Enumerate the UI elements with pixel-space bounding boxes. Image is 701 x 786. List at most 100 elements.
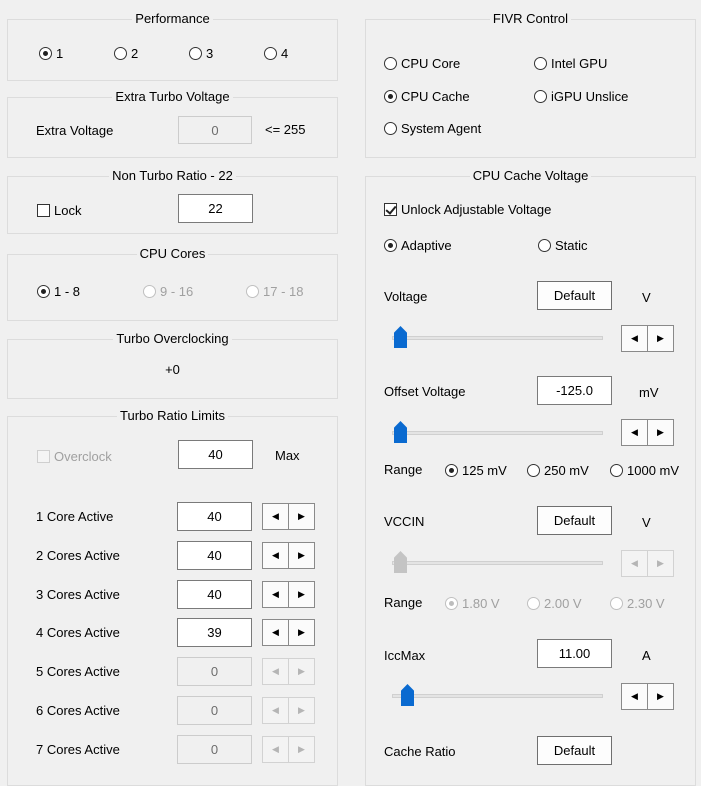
- turbo-ratio-limits-title: Turbo Ratio Limits: [117, 408, 228, 423]
- right-arrow-icon[interactable]: ▶: [289, 503, 315, 530]
- fivr-option-igpu-unslice[interactable]: iGPU Unslice: [534, 88, 628, 104]
- offset-slider-thumb[interactable]: [394, 421, 407, 443]
- fivr-option-intel-gpu[interactable]: Intel GPU: [534, 55, 607, 71]
- core-active-ratio-field[interactable]: 40: [177, 540, 252, 570]
- left-arrow-icon[interactable]: ◀: [621, 683, 648, 710]
- radio-indicator: [384, 121, 397, 135]
- core-active-spinner[interactable]: ◀ ▶: [262, 541, 315, 569]
- turbo-overclocking-title: Turbo Overclocking: [113, 331, 232, 346]
- fivr-option-cpu-core[interactable]: CPU Core: [384, 55, 460, 71]
- core-active-ratio-field[interactable]: 0: [177, 696, 252, 725]
- right-arrow-icon[interactable]: ▶: [289, 735, 315, 763]
- extra-voltage-label: Extra Voltage: [36, 123, 114, 138]
- right-arrow-icon[interactable]: ▶: [648, 683, 674, 710]
- voltage-slider-track[interactable]: [392, 336, 603, 340]
- core-active-label: 4 Cores Active: [36, 625, 120, 641]
- performance-option-1[interactable]: 1: [39, 45, 63, 61]
- turbo-overclocking-group: Turbo Overclocking +0: [7, 331, 338, 399]
- core-active-spinner[interactable]: ◀ ▶: [262, 697, 315, 724]
- offset-spinner[interactable]: ◀ ▶: [621, 419, 674, 446]
- vccin-unit: V: [642, 515, 651, 530]
- range-125mv-radio[interactable]: 125 mV: [445, 462, 507, 478]
- non-turbo-ratio-group: Non Turbo Ratio - 22 Lock 22: [7, 168, 338, 234]
- unlock-adjustable-voltage-checkbox[interactable]: Unlock Adjustable Voltage: [384, 201, 551, 217]
- offset-slider-track[interactable]: [392, 431, 603, 435]
- cache-ratio-default-button[interactable]: Default: [537, 736, 612, 765]
- core-active-ratio-field[interactable]: 0: [177, 657, 252, 687]
- fivr-option-cpu-cache[interactable]: CPU Cache: [384, 88, 470, 104]
- voltage-slider-thumb[interactable]: [394, 326, 407, 348]
- vccin-default-button[interactable]: Default: [537, 506, 612, 535]
- iccmax-slider-thumb[interactable]: [401, 684, 414, 706]
- voltage-default-button[interactable]: Default: [537, 281, 612, 310]
- cpu-cores-option-9-16[interactable]: 9 - 16: [143, 283, 193, 299]
- core-active-spinner[interactable]: ◀ ▶: [262, 619, 315, 647]
- range-1000mv-radio[interactable]: 1000 mV: [610, 462, 679, 478]
- core-active-label: 6 Cores Active: [36, 703, 120, 718]
- left-arrow-icon[interactable]: ◀: [621, 419, 648, 446]
- core-active-spinner[interactable]: ◀ ▶: [262, 580, 315, 608]
- right-arrow-icon[interactable]: ▶: [289, 619, 315, 647]
- vccin-slider-track[interactable]: [392, 561, 603, 565]
- vccin-slider-thumb[interactable]: [394, 551, 407, 573]
- core-active-label: 7 Cores Active: [36, 741, 120, 757]
- core-active-ratio-field[interactable]: 40: [177, 502, 252, 531]
- overclock-max-field[interactable]: 40: [178, 440, 253, 469]
- radio-indicator: [189, 46, 202, 60]
- vccin-range-200-radio[interactable]: 2.00 V: [527, 595, 582, 611]
- offset-voltage-unit: mV: [639, 385, 659, 400]
- extra-voltage-field[interactable]: 0: [178, 116, 252, 144]
- range-250mv-radio[interactable]: 250 mV: [527, 462, 589, 478]
- right-arrow-icon[interactable]: ▶: [648, 550, 674, 577]
- max-label: Max: [275, 448, 300, 463]
- voltage-spinner[interactable]: ◀ ▶: [621, 325, 674, 352]
- left-arrow-icon[interactable]: ◀: [621, 325, 648, 352]
- core-active-ratio-field[interactable]: 40: [177, 579, 252, 609]
- offset-voltage-field[interactable]: -125.0: [537, 376, 612, 405]
- left-arrow-icon[interactable]: ◀: [262, 503, 289, 530]
- cpu-cores-option-17-18[interactable]: 17 - 18: [246, 283, 303, 299]
- vccin-spinner[interactable]: ◀ ▶: [621, 550, 674, 577]
- right-arrow-icon[interactable]: ▶: [289, 658, 315, 686]
- checkbox-indicator: [37, 449, 50, 463]
- iccmax-spinner[interactable]: ◀ ▶: [621, 683, 674, 710]
- radio-indicator: [264, 46, 277, 60]
- vccin-range-230-radio[interactable]: 2.30 V: [610, 595, 665, 611]
- lock-checkbox[interactable]: Lock: [37, 202, 81, 218]
- left-arrow-icon[interactable]: ◀: [262, 541, 289, 569]
- radio-indicator: [143, 284, 156, 298]
- core-active-spinner[interactable]: ◀ ▶: [262, 503, 315, 530]
- core-active-ratio-field[interactable]: 0: [177, 734, 252, 764]
- left-arrow-icon[interactable]: ◀: [262, 619, 289, 647]
- core-active-spinner[interactable]: ◀ ▶: [262, 735, 315, 763]
- core-active-spinner[interactable]: ◀ ▶: [262, 658, 315, 686]
- extra-turbo-voltage-group: Extra Turbo Voltage Extra Voltage 0 <= 2…: [7, 89, 338, 158]
- radio-indicator: [538, 238, 551, 252]
- overclock-checkbox[interactable]: Overclock: [37, 448, 112, 464]
- right-arrow-icon[interactable]: ▶: [289, 697, 315, 724]
- performance-option-4[interactable]: 4: [264, 45, 288, 61]
- right-arrow-icon[interactable]: ▶: [648, 325, 674, 352]
- core-active-ratio-field[interactable]: 39: [177, 618, 252, 648]
- right-arrow-icon[interactable]: ▶: [289, 541, 315, 569]
- vccin-range-180-radio[interactable]: 1.80 V: [445, 595, 500, 611]
- cpu-cores-option-1-8[interactable]: 1 - 8: [37, 283, 80, 299]
- mode-static-radio[interactable]: Static: [538, 237, 588, 253]
- radio-indicator: [37, 284, 50, 298]
- performance-option-3[interactable]: 3: [189, 45, 213, 61]
- iccmax-slider-track[interactable]: [392, 694, 603, 698]
- vccin-label: VCCIN: [384, 514, 425, 529]
- right-arrow-icon[interactable]: ▶: [648, 419, 674, 446]
- left-arrow-icon[interactable]: ◀: [621, 550, 648, 577]
- left-arrow-icon[interactable]: ◀: [262, 697, 289, 724]
- right-arrow-icon[interactable]: ▶: [289, 580, 315, 608]
- performance-option-2[interactable]: 2: [114, 45, 138, 61]
- left-arrow-icon[interactable]: ◀: [262, 580, 289, 608]
- iccmax-field[interactable]: 11.00: [537, 639, 612, 668]
- non-turbo-ratio-field[interactable]: 22: [178, 194, 253, 223]
- mode-adaptive-radio[interactable]: Adaptive: [384, 237, 452, 253]
- radio-indicator: [534, 89, 547, 103]
- fivr-option-system-agent[interactable]: System Agent: [384, 120, 481, 136]
- left-arrow-icon[interactable]: ◀: [262, 658, 289, 686]
- left-arrow-icon[interactable]: ◀: [262, 735, 289, 763]
